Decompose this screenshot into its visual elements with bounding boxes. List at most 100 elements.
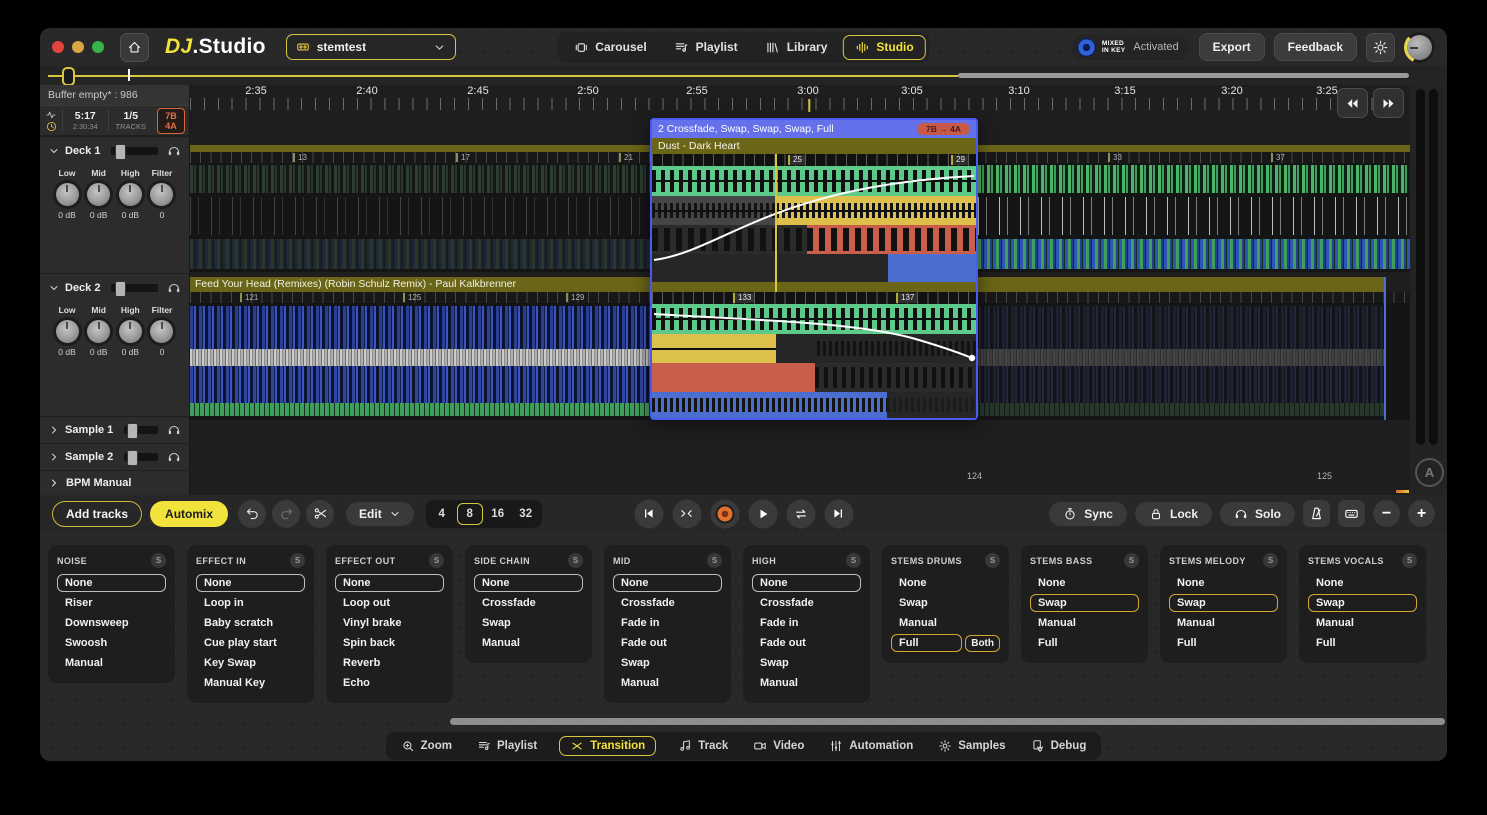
effect-option[interactable]: Swap <box>752 654 861 672</box>
effect-option[interactable]: Manual <box>1030 614 1139 632</box>
stem-lane-drums-top[interactable] <box>652 166 976 196</box>
grid-size-button[interactable]: 16 <box>485 503 511 525</box>
headphones-icon[interactable] <box>167 281 181 295</box>
effect-option[interactable]: None <box>1308 574 1417 592</box>
sample-volume-slider[interactable] <box>124 453 158 461</box>
add-tracks-button[interactable]: Add tracks <box>52 501 142 527</box>
view-tab[interactable]: Studio <box>842 35 925 60</box>
effect-option[interactable]: Manual Key <box>196 674 305 692</box>
transition-popup[interactable]: 2 Crossfade, Swap, Swap, Swap, Full 7B →… <box>650 118 978 420</box>
effect-option[interactable]: Reverb <box>335 654 444 672</box>
effect-option[interactable]: Fade out <box>613 634 722 652</box>
effect-option[interactable]: Downsweep <box>57 614 166 632</box>
vertical-scrollbar-1[interactable] <box>1416 89 1425 445</box>
effect-option[interactable]: Manual <box>613 674 722 692</box>
sync-button[interactable]: Sync <box>1049 502 1127 526</box>
redo-button[interactable] <box>272 500 300 528</box>
popup-playhead[interactable] <box>775 154 777 292</box>
automix-button[interactable]: Automix <box>150 501 228 527</box>
eq-knob[interactable] <box>119 183 142 206</box>
stem-lane-melody-top[interactable] <box>652 225 976 254</box>
solo-button[interactable]: Solo <box>1220 502 1295 526</box>
effect-option[interactable]: Manual <box>1169 614 1278 632</box>
close-window-button[interactable] <box>52 41 64 53</box>
sample-volume-thumb[interactable] <box>127 423 138 439</box>
stem-lane-vocals-top[interactable] <box>652 254 976 282</box>
stem-badge[interactable]: S <box>846 553 861 568</box>
undo-button[interactable] <box>238 500 266 528</box>
mixed-in-key-badge[interactable]: MIXED IN KEY Activated <box>1072 35 1190 60</box>
headphones-icon[interactable] <box>167 423 181 437</box>
bottom-tab[interactable]: Playlist <box>474 736 540 756</box>
effect-option[interactable]: None <box>57 574 166 592</box>
headphones-icon[interactable] <box>167 144 181 158</box>
autogain-button[interactable]: A <box>1415 458 1444 487</box>
stem-lane-vocals-bottom[interactable] <box>652 392 976 418</box>
effect-option[interactable]: Full Both <box>891 634 1000 652</box>
grid-size-button[interactable]: 4 <box>429 503 455 525</box>
overview-loop-handle[interactable] <box>62 67 75 86</box>
sample-volume-thumb[interactable] <box>127 450 138 466</box>
bpm-section[interactable]: BPM Manual <box>40 470 189 495</box>
effect-option[interactable]: None <box>335 574 444 592</box>
minimize-window-button[interactable] <box>72 41 84 53</box>
effect-option[interactable]: Manual <box>752 674 861 692</box>
effect-option[interactable]: Echo <box>335 674 444 692</box>
effect-option[interactable]: None <box>1030 574 1139 592</box>
snap-playhead-button[interactable] <box>672 499 701 528</box>
eq-knob[interactable] <box>56 320 79 343</box>
bottom-tab[interactable]: Track <box>675 736 731 756</box>
cut-button[interactable] <box>306 500 334 528</box>
stem-lane-drums-bottom[interactable] <box>652 304 976 334</box>
grid-size-button[interactable]: 8 <box>457 503 483 525</box>
effect-option[interactable]: Swap <box>1169 594 1278 612</box>
stem-lane-bass-bottom[interactable] <box>652 334 976 363</box>
metronome-button[interactable] <box>1303 500 1330 527</box>
eq-knob[interactable] <box>119 320 142 343</box>
go-to-start-button[interactable] <box>634 499 663 528</box>
effect-option[interactable]: Spin back <box>335 634 444 652</box>
effect-option[interactable]: None <box>613 574 722 592</box>
eq-knob[interactable] <box>150 183 173 206</box>
effect-option[interactable]: Fade in <box>613 614 722 632</box>
bottom-tab[interactable]: Transition <box>559 736 656 756</box>
song-overview[interactable] <box>40 66 1447 85</box>
effect-option[interactable]: Manual <box>891 614 1000 632</box>
project-selector[interactable]: stemtest <box>286 34 456 60</box>
home-button[interactable] <box>120 33 149 62</box>
view-tab[interactable]: Library <box>753 35 840 60</box>
key-transition-box[interactable]: 7B 4A <box>157 108 185 134</box>
grid-size-button[interactable]: 32 <box>513 503 539 525</box>
timeline[interactable]: 2:35 2:40 2:45 2:50 2:55 3:00 3:05 3:10 … <box>190 85 1410 495</box>
view-tab[interactable]: Carousel <box>561 35 658 60</box>
lock-button[interactable]: Lock <box>1135 502 1212 526</box>
edit-dropdown[interactable]: Edit <box>346 502 414 526</box>
stem-badge[interactable]: S <box>568 553 583 568</box>
zoom-out-button[interactable]: − <box>1373 500 1400 527</box>
bottom-tab[interactable]: Debug <box>1028 736 1090 756</box>
effect-option[interactable]: Swap <box>1030 594 1139 612</box>
stem-badge[interactable]: S <box>707 553 722 568</box>
stem-lane-bass-top[interactable] <box>652 196 976 225</box>
view-tab[interactable]: Playlist <box>662 35 750 60</box>
bottom-tab[interactable]: Automation <box>826 736 916 756</box>
stem-badge[interactable]: S <box>290 553 305 568</box>
effect-option[interactable]: Cue play start <box>196 634 305 652</box>
effect-option[interactable]: Loop in <box>196 594 305 612</box>
effect-option[interactable]: Swap <box>613 654 722 672</box>
effect-option[interactable]: Loop out <box>335 594 444 612</box>
loop-button[interactable] <box>786 499 815 528</box>
effect-option[interactable]: None <box>474 574 583 592</box>
effect-option[interactable]: Crossfade <box>474 594 583 612</box>
deck-2-volume-thumb[interactable] <box>115 281 126 297</box>
record-button[interactable] <box>710 499 739 528</box>
deck-2-header[interactable]: Deck 2 <box>48 278 181 298</box>
eq-knob[interactable] <box>87 183 110 206</box>
stem-badge[interactable]: S <box>1402 553 1417 568</box>
effect-option[interactable]: Vinyl brake <box>335 614 444 632</box>
time-ruler[interactable]: 2:35 2:40 2:45 2:50 2:55 3:00 3:05 3:10 … <box>190 85 1410 111</box>
effect-option[interactable]: Swap <box>891 594 1000 612</box>
effect-option[interactable]: Crossfade <box>752 594 861 612</box>
effect-option[interactable]: Manual <box>1308 614 1417 632</box>
stem-badge[interactable]: S <box>429 553 444 568</box>
